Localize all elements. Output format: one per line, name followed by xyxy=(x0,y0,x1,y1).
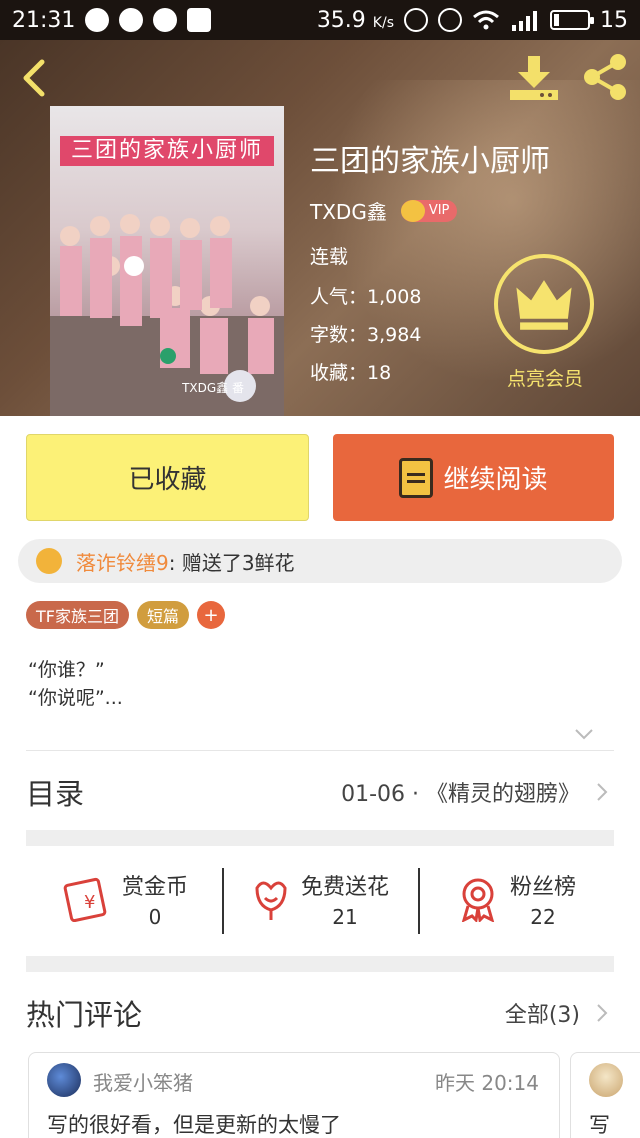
mail-icon xyxy=(187,8,212,32)
favorites-count: 收藏：18 xyxy=(310,362,392,384)
network-speed-unit: K/s xyxy=(372,14,394,31)
book-title: 三团的家族小厨师 xyxy=(310,144,550,179)
gift-message: : 赠送了3鲜花 xyxy=(168,550,295,575)
vip-badge: VIP xyxy=(400,199,458,222)
add-tag-button[interactable]: + xyxy=(197,601,225,629)
comment-text: 写的很好看，但是更新的太慢了 xyxy=(47,1113,341,1137)
tag-short[interactable]: 短篇 xyxy=(136,601,189,629)
section-separator xyxy=(26,956,614,972)
wifi-icon xyxy=(473,10,499,30)
battery-percent: 15 xyxy=(600,7,628,33)
stats-row: ¥ 赏金币 0 免费送花 21 粉丝榜 22 xyxy=(26,858,614,940)
gift-user: 落诈铃缮9 xyxy=(76,550,169,575)
cover-photo xyxy=(50,214,284,416)
mute-icon xyxy=(404,8,428,32)
section-separator xyxy=(26,830,614,846)
chevron-down-icon[interactable] xyxy=(572,722,596,746)
toc-title: 目录 xyxy=(26,777,85,811)
comment-text: 写 xyxy=(589,1113,610,1137)
crown-icon[interactable] xyxy=(494,254,594,354)
signal-icon xyxy=(512,11,537,31)
comments-title: 热门评论 xyxy=(26,998,143,1032)
book-summary: “你谁？” “你说呢”... xyxy=(28,659,123,709)
crown-icon xyxy=(400,199,425,222)
book-icon xyxy=(399,457,434,498)
free-flowers[interactable]: 免费送花 21 xyxy=(222,858,418,940)
book-header: 三团的家族小厨师 TXDG鑫 番 三团的家族小厨师 TXDG鑫 VIP 连载 人… xyxy=(0,40,640,416)
red-envelope-icon: ¥ xyxy=(63,877,107,922)
location-icon xyxy=(153,8,178,32)
serial-status: 连载 xyxy=(310,246,349,268)
network-speed: 35.9 K/s xyxy=(316,7,394,33)
share-icon[interactable] xyxy=(580,52,630,102)
download-icon[interactable] xyxy=(508,54,560,102)
author-row: TXDG鑫 VIP xyxy=(310,196,458,225)
comment-card[interactable]: 写 xyxy=(570,1052,640,1138)
battery-icon xyxy=(550,10,594,30)
latest-chapter: 01-06 · 《精灵的翅膀》 xyxy=(341,782,580,807)
flower-icon xyxy=(255,881,287,920)
chevron-right-icon[interactable] xyxy=(590,1001,614,1025)
comment-user[interactable]: 我爱小笨猪 xyxy=(93,1067,193,1096)
tag-family[interactable]: TF家族三团 xyxy=(26,601,129,629)
reward-coins[interactable]: ¥ 赏金币 0 xyxy=(26,858,222,940)
message-icon xyxy=(119,8,144,32)
status-bar: 21:31 35.9 K/s 15 xyxy=(0,0,640,40)
book-cover[interactable]: 三团的家族小厨师 TXDG鑫 番 xyxy=(50,106,284,416)
author-name[interactable]: TXDG鑫 xyxy=(310,196,387,225)
chat-icon xyxy=(85,8,110,32)
fan-ranking[interactable]: 粉丝榜 22 xyxy=(418,858,614,940)
status-time: 21:31 xyxy=(12,7,76,33)
back-arrow-icon[interactable] xyxy=(16,56,56,100)
hot-comments-header: 热门评论 全部(3) xyxy=(26,988,614,1038)
word-count: 字数：3,984 xyxy=(310,324,422,346)
avatar[interactable] xyxy=(589,1063,623,1097)
comment-time: 昨天 20:14 xyxy=(435,1071,539,1095)
divider xyxy=(26,750,614,751)
popularity: 人气：1,008 xyxy=(310,286,422,308)
svg-text:¥: ¥ xyxy=(84,892,95,913)
comment-card[interactable]: 我爱小笨猪 昨天 20:14 写的很好看，但是更新的太慢了 xyxy=(28,1052,560,1138)
continue-reading-button[interactable]: 继续阅读 xyxy=(333,434,614,521)
flower-gift-icon xyxy=(36,548,62,574)
chevron-right-icon xyxy=(597,783,608,801)
alarm-icon xyxy=(438,8,462,32)
member-label[interactable]: 点亮会员 xyxy=(490,364,600,391)
table-of-contents-row[interactable]: 目录 01-06 · 《精灵的翅膀》 xyxy=(26,766,614,818)
tag-list: TF家族三团 短篇 + xyxy=(26,601,225,629)
cover-banner: 三团的家族小厨师 xyxy=(60,136,274,166)
medal-icon xyxy=(461,878,495,922)
gift-notice[interactable]: 落诈铃缮9 : 赠送了3鲜花 xyxy=(18,539,622,583)
cover-watermark: TXDG鑫 番 xyxy=(182,381,244,395)
collected-button[interactable]: 已收藏 xyxy=(26,434,309,521)
all-comments-link[interactable]: 全部(3) xyxy=(505,997,580,1029)
avatar[interactable] xyxy=(47,1063,81,1097)
